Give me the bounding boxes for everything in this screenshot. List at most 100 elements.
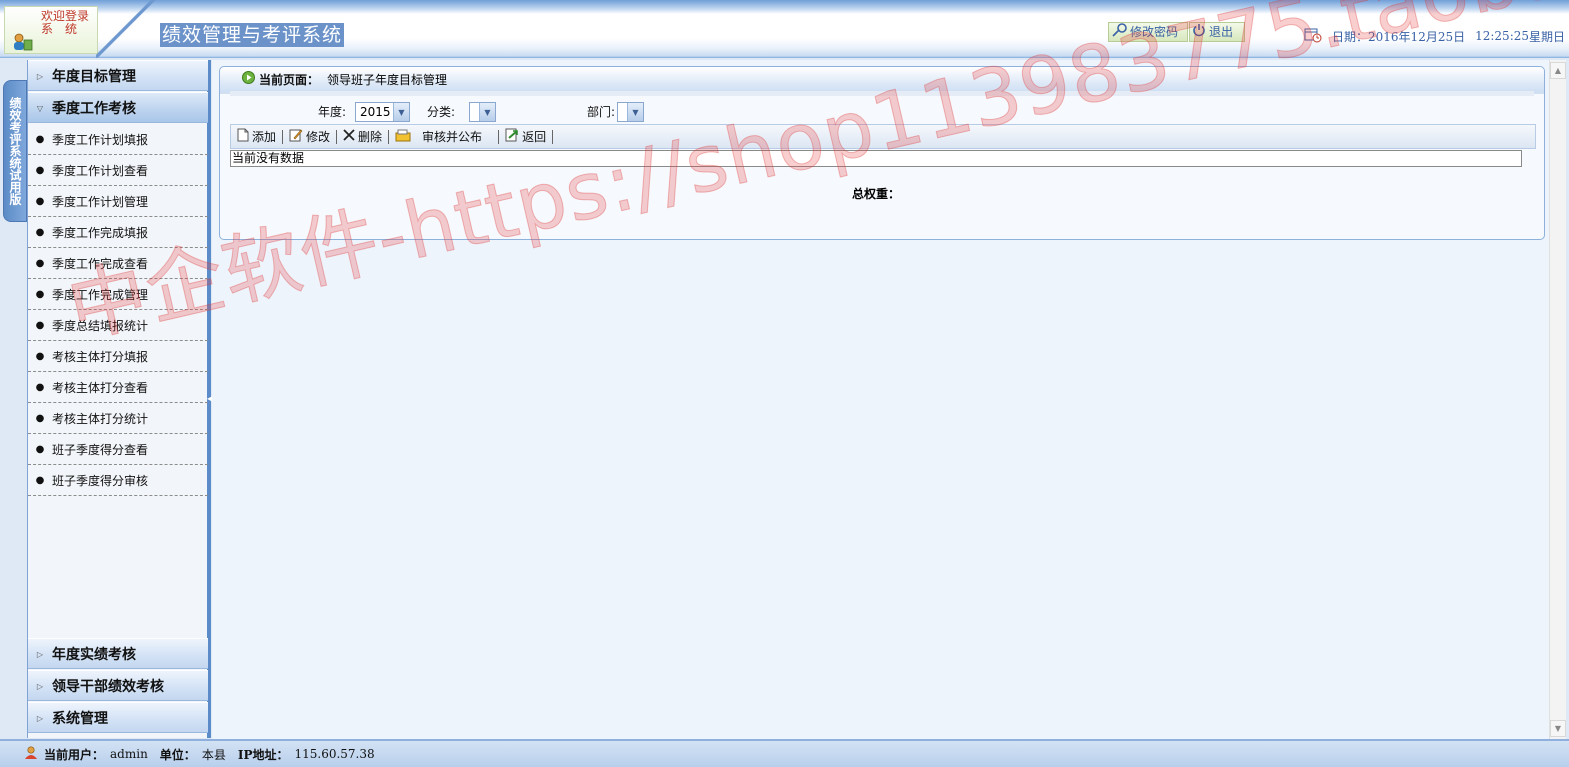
sidebar-item-label: 考核主体打分统计: [52, 411, 149, 426]
delete-button[interactable]: 删除: [343, 128, 388, 145]
side-tab-system-trial[interactable]: 绩效考评系统试用版: [3, 80, 27, 222]
action-toolbar: 添加 修改 删除 审核并公布 返回: [230, 124, 1536, 149]
grid-empty-message: 当前没有数据: [232, 151, 305, 165]
weekday-value: 星期日: [1529, 29, 1566, 44]
total-weight-label: 总权重：: [852, 187, 901, 201]
welcome-text: 欢迎登录 系 统: [41, 9, 90, 36]
sidebar-item-label: 班子季度得分审核: [52, 473, 149, 488]
content-panel: 当前页面： 领导班子年度目标管理 年度: 2015 ▼ 分类: ▼ 部门: ▼ …: [219, 66, 1545, 240]
return-icon: [505, 128, 519, 145]
sidebar-section-annual-performance[interactable]: ▷ 年度实绩考核: [28, 638, 208, 669]
sidebar-item-label: 班子季度得分查看: [52, 442, 149, 457]
sidebar-item-team-score-review[interactable]: ● 班子季度得分审核: [28, 465, 208, 496]
sidebar-item-summary-stats[interactable]: ● 季度总结填报统计: [28, 310, 208, 341]
sidebar-item-label: 季度工作完成填报: [52, 225, 149, 240]
sidebar-item-plan-manage[interactable]: ● 季度工作计划管理: [28, 186, 208, 217]
approve-publish-button[interactable]: 审核并公布: [395, 128, 488, 145]
system-title: 绩效管理与考评系统: [160, 23, 345, 47]
bullet-icon: ●: [35, 381, 45, 393]
toolbar-separator: [336, 129, 338, 144]
toolbar-separator: [388, 129, 390, 144]
ip-value: 115.60.57.38: [294, 747, 375, 761]
sidebar-section-label: 年度目标管理: [52, 68, 136, 85]
scroll-up-icon[interactable]: ▲: [1550, 62, 1566, 79]
sidebar-item-plan-view[interactable]: ● 季度工作计划查看: [28, 155, 208, 186]
year-select[interactable]: 2015 ▼: [355, 102, 410, 122]
data-grid: 当前没有数据: [230, 150, 1522, 167]
category-label: 分类:: [427, 105, 456, 119]
chevron-down-icon: ▽: [36, 102, 44, 113]
welcome-logo: 欢迎登录 系 统: [4, 6, 98, 54]
edit-button[interactable]: 修改: [289, 128, 336, 145]
change-password-label: 修改密码: [1130, 25, 1179, 39]
breadcrumb: 当前页面： 领导班子年度目标管理: [220, 67, 1544, 94]
category-select[interactable]: ▼: [469, 102, 496, 122]
date-label: 日期：: [1332, 29, 1369, 44]
current-user-value: admin: [110, 747, 148, 761]
bullet-icon: ●: [35, 350, 45, 362]
sidebar-item-label: 季度工作计划查看: [52, 163, 149, 178]
sidebar-section-label: 领导干部绩效考核: [52, 678, 164, 695]
sidebar-item-label: 考核主体打分查看: [52, 380, 149, 395]
toolbar-separator: [498, 129, 500, 144]
add-button[interactable]: 添加: [237, 128, 282, 145]
logout-button[interactable]: 退出: [1189, 22, 1245, 42]
date-display: 日期：2016年12月25日 12:25:25 星期日: [1304, 26, 1565, 46]
sidebar-item-scoring-submit[interactable]: ● 考核主体打分填报: [28, 341, 208, 372]
ip-label: IP地址：: [237, 747, 289, 762]
sidebar-item-label: 季度工作完成管理: [52, 287, 149, 302]
edit-label: 修改: [306, 130, 331, 144]
approve-publish-label: 审核并公布: [422, 130, 483, 144]
department-select[interactable]: ▼: [617, 102, 644, 122]
sidebar-item-label: 季度工作计划填报: [52, 132, 149, 147]
sidebar-item-completion-submit[interactable]: ● 季度工作完成填报: [28, 217, 208, 248]
sidebar-item-plan-submit[interactable]: ● 季度工作计划填报: [28, 124, 208, 155]
add-label: 添加: [252, 130, 277, 144]
chevron-right-icon: ▷: [36, 70, 44, 81]
header-separator: [230, 91, 1534, 96]
sidebar-item-scoring-stats[interactable]: ● 考核主体打分统计: [28, 403, 208, 434]
sidebar-item-scoring-view[interactable]: ● 考核主体打分查看: [28, 372, 208, 403]
unit-label: 单位：: [159, 747, 196, 762]
edit-icon: [289, 128, 303, 145]
unit-value: 本县: [201, 747, 226, 762]
vertical-scrollbar[interactable]: ▲ ▼: [1549, 60, 1566, 739]
sidebar-section-system-management[interactable]: ▷ 系统管理: [28, 702, 208, 733]
sidebar-section-label: 系统管理: [52, 710, 108, 727]
sidebar-item-team-score-view[interactable]: ● 班子季度得分查看: [28, 434, 208, 465]
chevron-right-icon: ▷: [36, 712, 44, 723]
bullet-icon: ●: [35, 474, 45, 486]
breadcrumb-value: 领导班子年度目标管理: [327, 72, 448, 87]
user-icon: [13, 33, 33, 54]
chevron-right-icon: ▷: [36, 680, 44, 691]
sidebar-section-leader-performance[interactable]: ▷ 领导干部绩效考核: [28, 670, 208, 701]
chevron-down-icon: ▼: [393, 103, 409, 121]
calendar-clock-icon: [1304, 27, 1322, 46]
year-label: 年度:: [318, 105, 347, 119]
sidebar-item-completion-view[interactable]: ● 季度工作完成查看: [28, 248, 208, 279]
back-button[interactable]: 返回: [505, 128, 552, 145]
sidebar-section-quarterly-review[interactable]: ▽ 季度工作考核: [28, 92, 208, 123]
delete-x-icon: [343, 129, 355, 144]
bullet-icon: ●: [35, 319, 45, 331]
app-header: 欢迎登录 系 统 绩效管理与考评系统 修改密码 退出 日期：2016年12月25…: [0, 0, 1569, 58]
bullet-icon: ●: [35, 133, 45, 145]
sidebar-item-label: 季度工作计划管理: [52, 194, 149, 209]
header-divider: [96, 0, 156, 58]
status-bar: 当前用户： admin 单位： 本县 IP地址： 115.60.57.38: [0, 739, 1569, 767]
play-circle-icon: [242, 71, 255, 87]
key-icon: [1111, 22, 1127, 42]
power-icon: [1192, 23, 1206, 42]
main-content: 当前页面： 领导班子年度目标管理 年度: 2015 ▼ 分类: ▼ 部门: ▼ …: [212, 60, 1549, 739]
sidebar-section-label: 年度实绩考核: [52, 646, 136, 663]
sidebar-item-completion-manage[interactable]: ● 季度工作完成管理: [28, 279, 208, 310]
bullet-icon: ●: [35, 288, 45, 300]
change-password-button[interactable]: 修改密码: [1108, 22, 1188, 42]
sidebar: ▷ 年度目标管理 ▽ 季度工作考核 ● 季度工作计划填报 ● 季度工作计划查看 ● 季…: [27, 60, 211, 738]
time-value: 12:25:25: [1475, 29, 1530, 43]
sidebar-section-annual-goals[interactable]: ▷ 年度目标管理: [28, 60, 208, 91]
scroll-down-icon[interactable]: ▼: [1550, 720, 1566, 737]
department-label: 部门:: [587, 105, 616, 119]
new-document-icon: [237, 128, 249, 145]
sidebar-item-label: 季度工作完成查看: [52, 256, 149, 271]
